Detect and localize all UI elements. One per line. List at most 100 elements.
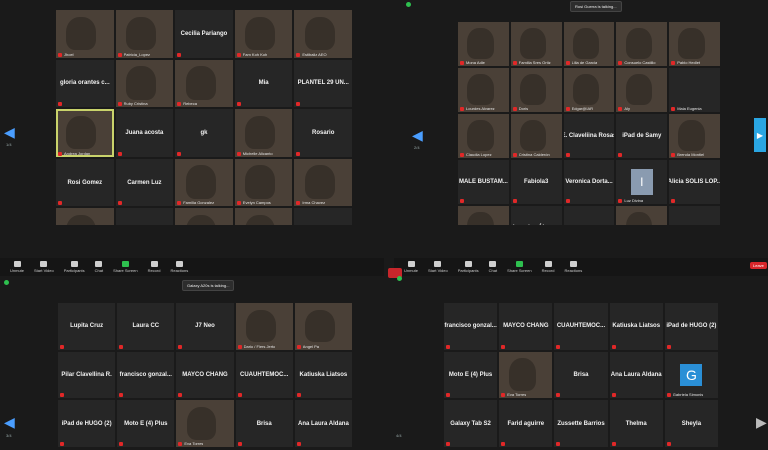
participant-tile[interactable]: Galaxy Tab S2 bbox=[444, 400, 498, 447]
participant-tile[interactable]: Mona Adle bbox=[458, 22, 509, 66]
participant-tile[interactable]: gk bbox=[175, 109, 233, 157]
participant-caption: Lilia de Garcia bbox=[571, 60, 598, 65]
participant-tile[interactable]: Lupita Cruz bbox=[669, 206, 720, 225]
prev-page-arrow[interactable]: ◀ bbox=[4, 415, 15, 429]
participant-tile[interactable]: CUAUHTEMOC... bbox=[235, 351, 293, 399]
participant-tile[interactable]: Rebeca bbox=[175, 59, 233, 108]
participant-tile[interactable]: Maia Eugenia bbox=[669, 68, 720, 112]
participant-tile[interactable]: Gabriela López bbox=[563, 206, 615, 225]
participant-tile[interactable]: Lourdes Alvarez bbox=[458, 68, 509, 112]
participant-tile[interactable]: J7 Neo bbox=[176, 303, 234, 350]
participant-tile[interactable]: PLANTEL 29 UN... bbox=[294, 59, 352, 108]
participant-tile[interactable]: iPad de Samy bbox=[616, 114, 668, 158]
participant-name: francisco gonzal... bbox=[444, 323, 497, 330]
participant-tile[interactable]: Rosa Castro bbox=[458, 206, 509, 225]
participant-tile[interactable]: iPad de HUGO (2) bbox=[664, 303, 718, 350]
participant-tile[interactable]: Katiuska Liatsos bbox=[609, 303, 663, 350]
participant-tile[interactable]: Andrea Jordan bbox=[56, 109, 114, 157]
participant-tile[interactable]: Familia Gonzalez bbox=[175, 158, 233, 207]
participant-tile[interactable]: Mia bbox=[234, 59, 293, 108]
participant-tile[interactable]: Eva Torres bbox=[176, 400, 234, 447]
participant-tile[interactable]: Cristina Calderón bbox=[294, 208, 352, 225]
participant-tile[interactable]: Lilia de Garcia bbox=[563, 22, 615, 66]
participant-name: Lupita Cruz bbox=[70, 323, 104, 330]
participant-tile[interactable]: Fabiola3 bbox=[510, 160, 562, 204]
participant-tile[interactable]: Sheyla bbox=[664, 400, 718, 447]
participant-tile[interactable]: Rosi Gomez bbox=[56, 158, 114, 207]
participant-name: Zussette Barrios bbox=[557, 420, 605, 427]
participant-name: MAYCO CHANG bbox=[503, 323, 549, 330]
participant-tile[interactable]: Ana Laura Aldana bbox=[609, 351, 663, 399]
participant-tile[interactable]: MAYCO CHANG bbox=[176, 351, 234, 399]
participant-tile[interactable]: Farid aguirre bbox=[499, 400, 553, 447]
participant-tile[interactable]: Evelyn Campos bbox=[234, 158, 293, 207]
participant-tile[interactable]: Doris bbox=[510, 68, 562, 112]
participant-tile[interactable]: Juana acosta bbox=[115, 109, 174, 157]
participant-tile[interactable]: Amable Caballero bbox=[175, 208, 233, 225]
participant-tile[interactable]: Brisa bbox=[554, 351, 608, 399]
participant-tile[interactable]: Aly bbox=[616, 68, 668, 112]
participant-tile[interactable]: francisco gonzal... bbox=[444, 303, 498, 350]
participant-tile[interactable]: Brisa bbox=[235, 400, 293, 447]
participant-tile[interactable]: Katiuska Liatsos bbox=[294, 351, 352, 399]
participant-tile[interactable]: Eva Torres bbox=[499, 351, 553, 399]
participant-tile[interactable]: Zussette Barrios bbox=[554, 400, 608, 447]
participant-tile[interactable]: Dario / Flers Jerto bbox=[235, 303, 293, 350]
participant-tile[interactable]: Diana bbox=[115, 208, 174, 225]
muted-mic-icon bbox=[177, 151, 182, 156]
participant-tile[interactable]: Ana Dirg bbox=[616, 206, 668, 225]
participant-tile[interactable]: Pablo Hedlet bbox=[669, 22, 720, 66]
participant-tile[interactable]: Cecilia Pariango bbox=[175, 10, 233, 58]
participant-tile[interactable]: Jhoel bbox=[56, 10, 114, 58]
participant-name: gk bbox=[200, 129, 208, 136]
participant-tile[interactable]: Moto E (4) Plus bbox=[117, 400, 175, 447]
participant-tile[interactable]: Lourdes Álvarez bbox=[510, 206, 562, 225]
participant-tile[interactable]: Edgar@IAR bbox=[563, 68, 615, 112]
prev-page-arrow[interactable]: ◀ bbox=[4, 125, 15, 139]
participant-tile[interactable]: Patricia_Lopez bbox=[115, 10, 174, 58]
participant-tile[interactable]: Moto E (4) Plus bbox=[444, 351, 498, 399]
prev-page-arrow[interactable]: ◀ bbox=[412, 128, 423, 142]
participant-tile[interactable]: Laura CC bbox=[117, 303, 175, 350]
participant-name: iPad de HUGO (2) bbox=[61, 420, 112, 427]
participant-tile[interactable]: Alma bbox=[56, 208, 114, 225]
participant-tile[interactable]: Ana Laura Aldana bbox=[294, 400, 352, 447]
participant-tile[interactable]: Irma Chavez bbox=[294, 158, 352, 207]
participant-tile[interactable]: francisco gonzal... bbox=[117, 351, 175, 399]
participant-tile[interactable]: Thelma bbox=[609, 400, 663, 447]
participant-tile[interactable]: iPad de HUGO (2) bbox=[58, 400, 116, 447]
participant-tile[interactable]: E. Claveliina Rosas bbox=[563, 114, 615, 158]
participant-tile[interactable]: Brenda Montiel bbox=[669, 114, 720, 158]
participant-tile[interactable]: Cristina Calderón bbox=[510, 114, 562, 158]
next-page-tab[interactable]: ▶ bbox=[754, 118, 766, 152]
participant-tile[interactable]: Carmen Luz bbox=[115, 158, 174, 207]
muted-mic-icon bbox=[60, 344, 64, 349]
participant-tile[interactable]: Ruby Cristina bbox=[115, 59, 174, 108]
next-page-arrow[interactable]: ▶ bbox=[756, 415, 767, 429]
participant-tile[interactable]: Estibaliz AEO bbox=[294, 10, 352, 58]
participant-tile[interactable]: Familia Sres Ortiz bbox=[510, 22, 562, 66]
participant-tile[interactable]: MAYCO CHANG bbox=[499, 303, 553, 350]
participant-tile[interactable]: MALE BUSTAM... bbox=[458, 160, 509, 204]
muted-mic-icon bbox=[236, 52, 241, 57]
participant-name: Rosario bbox=[312, 129, 335, 136]
muted-mic-icon bbox=[565, 199, 570, 203]
participant-tile[interactable]: Lupita Cruz bbox=[58, 303, 116, 350]
participant-tile[interactable]: I Luz Divina bbox=[616, 160, 668, 204]
participant-tile[interactable]: Claudia Lopez bbox=[458, 114, 509, 158]
participant-tile[interactable]: Angel Pa bbox=[294, 303, 352, 350]
participant-tile[interactable]: CUAUHTEMOC... bbox=[554, 303, 608, 350]
participant-tile[interactable]: Arceoly Robledo bbox=[234, 208, 293, 225]
participant-tile[interactable]: Michelle Alicanto bbox=[234, 109, 293, 157]
participant-tile[interactable]: Consuelo Castillo bbox=[616, 22, 668, 66]
muted-mic-icon bbox=[671, 107, 676, 111]
participant-name: francisco gonzal... bbox=[119, 371, 172, 378]
muted-mic-icon bbox=[618, 107, 623, 111]
participant-tile[interactable]: Pilar Clavellina R. bbox=[58, 351, 116, 399]
participant-tile[interactable]: Alicia SOLIS LOP... bbox=[669, 160, 720, 204]
participant-tile[interactable]: Rosario bbox=[294, 109, 352, 157]
participant-tile[interactable]: Fam Koh Koh bbox=[234, 10, 293, 58]
participant-tile[interactable]: G Gabriela Simonis bbox=[664, 351, 718, 399]
participant-tile[interactable]: gloria orantes c... bbox=[56, 59, 114, 108]
participant-tile[interactable]: Veronica Dorta... bbox=[563, 160, 615, 204]
